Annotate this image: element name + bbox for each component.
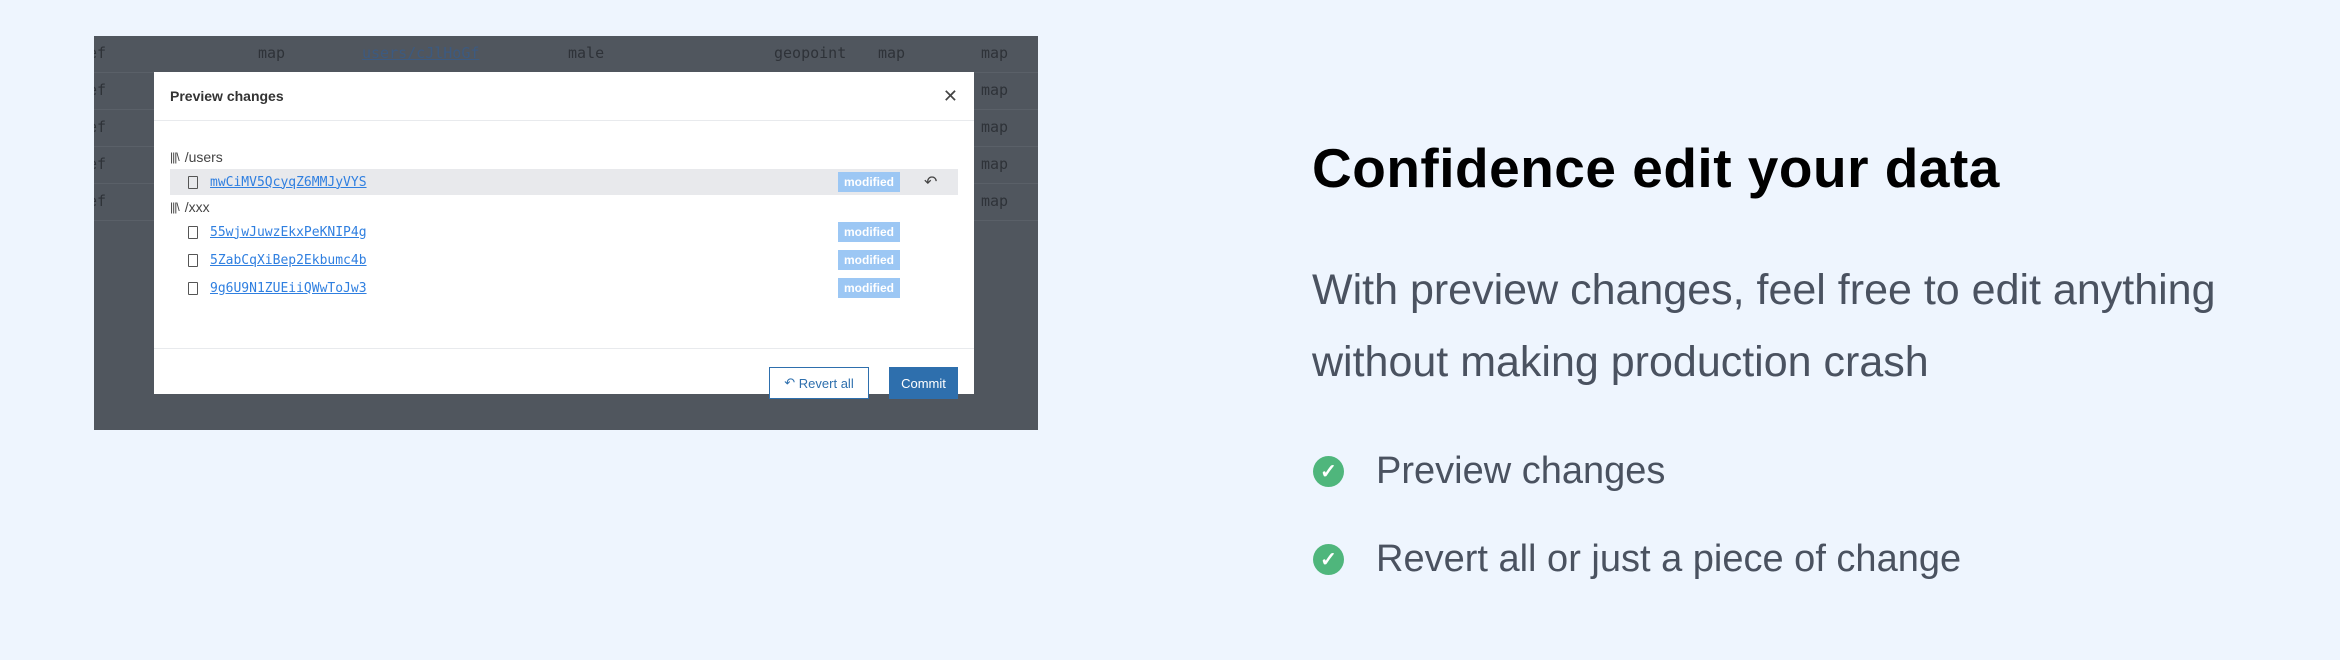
undo-icon[interactable]: ↶ — [924, 172, 937, 192]
document-row[interactable]: 9g6U9N1ZUEiiQWwToJw3 modified — [170, 275, 958, 301]
table-cell: map — [258, 44, 286, 62]
file-icon — [188, 225, 198, 239]
table-cell: ef — [94, 44, 107, 62]
status-badge: modified — [838, 278, 900, 298]
revert-all-button[interactable]: ↶ Revert all — [769, 367, 869, 399]
table-cell: map — [981, 81, 1009, 99]
table-cell: ef — [94, 192, 107, 210]
collection-header: |||\ /xxx — [170, 197, 958, 217]
file-icon — [188, 253, 198, 267]
close-icon[interactable]: ✕ — [943, 86, 958, 107]
collection-name: /users — [184, 149, 223, 165]
collection-icon: |||\ — [170, 200, 180, 214]
status-badge: modified — [838, 172, 900, 192]
undo-icon: ↶ — [784, 375, 799, 390]
table-cell: geopoint — [774, 44, 847, 62]
feature-item: ✓ Revert all or just a piece of change — [1313, 538, 1961, 581]
table-cell: ef — [94, 118, 107, 136]
check-circle-icon: ✓ — [1313, 544, 1344, 575]
collection-name: /xxx — [184, 199, 210, 215]
hero-description: With preview changes, feel free to edit … — [1312, 266, 2216, 386]
collection-header: |||\ /users — [170, 147, 958, 167]
preview-changes-modal: Preview changes ✕ |||\ /users mwCiMV5QcyqZ… — [154, 72, 974, 399]
table-cell: users/cJlHoGf — [362, 44, 480, 62]
status-badge: modified — [838, 250, 900, 270]
table-cell: map — [878, 44, 906, 62]
app-screenshot: ef map users/cJlHoGf male geopoint map map ef ma… — [94, 36, 1038, 430]
document-link[interactable]: 55wjwJuwzEkxPeKNIP4g — [210, 225, 367, 240]
document-link[interactable]: mwCiMV5QcyqZ6MMJyVYS — [210, 175, 367, 190]
feature-item: ✓ Preview changes — [1313, 450, 1665, 493]
table-cell: map — [981, 118, 1009, 136]
hero-title: Confidence edit your data — [1312, 137, 2000, 199]
collection-icon: |||\ — [170, 150, 180, 164]
commit-button[interactable]: Commit — [889, 367, 958, 399]
changes-list: |||\ /users mwCiMV5QcyqZ6MMJyVYS modified ↶ |… — [154, 121, 974, 349]
table-cell: ef — [94, 155, 107, 173]
table-cell: map — [981, 192, 1009, 210]
file-icon — [188, 281, 198, 295]
file-icon — [188, 175, 198, 189]
table-cell: ef — [94, 81, 107, 99]
modal-title: Preview changes — [170, 88, 284, 104]
document-row[interactable]: 55wjwJuwzEkxPeKNIP4g modified — [170, 219, 958, 245]
check-circle-icon: ✓ — [1313, 456, 1344, 487]
document-row[interactable]: mwCiMV5QcyqZ6MMJyVYS modified ↶ — [170, 169, 958, 195]
table-cell: map — [981, 155, 1009, 173]
document-link[interactable]: 9g6U9N1ZUEiiQWwToJw3 — [210, 281, 367, 296]
table-row: ef map users/cJlHoGf male geopoint map map — [94, 36, 1038, 73]
document-row[interactable]: 5ZabCqXiBep2Ekbumc4b modified — [170, 247, 958, 273]
modal-footer: ↶ Revert all Commit — [154, 349, 974, 417]
modal-header: Preview changes ✕ — [154, 72, 974, 121]
status-badge: modified — [838, 222, 900, 242]
document-link[interactable]: 5ZabCqXiBep2Ekbumc4b — [210, 253, 367, 268]
table-cell: male — [568, 44, 605, 62]
table-cell: map — [981, 44, 1009, 62]
